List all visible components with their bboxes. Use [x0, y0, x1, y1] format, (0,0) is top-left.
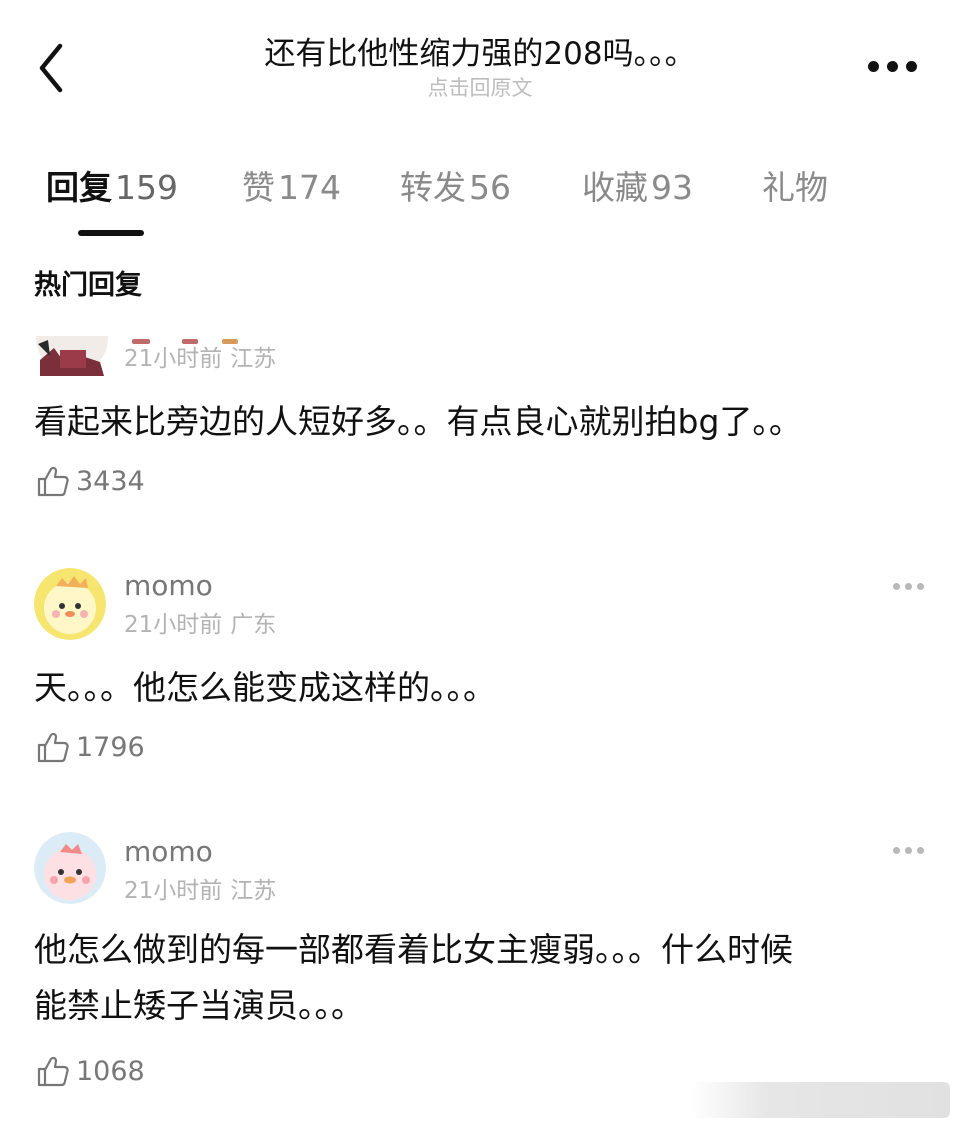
comment-text: 天。。。他怎么能变成这样的。。。	[34, 668, 496, 707]
watermark	[690, 1082, 950, 1118]
post-title: 还有比他性缩力强的208吗。。。	[264, 36, 696, 72]
tab-gifts[interactable]: 礼物	[762, 162, 828, 214]
comment-time: 21小时前	[124, 346, 223, 372]
tab-label: 转发	[400, 168, 466, 207]
comment-time: 21小时前	[124, 878, 223, 904]
tab-label: 赞	[242, 168, 275, 207]
tab-likes[interactable]: 赞174	[242, 162, 341, 214]
username-clipped	[130, 330, 250, 344]
hot-replies-heading: 热门回复	[34, 270, 142, 301]
comment-more-button[interactable]	[892, 580, 926, 594]
comment-username[interactable]: momo	[124, 568, 213, 604]
comment-time: 21小时前	[124, 612, 223, 638]
avatar	[36, 336, 108, 376]
tab-label: 礼物	[762, 168, 828, 207]
tab-count: 174	[278, 168, 341, 207]
comment-more-button[interactable]	[892, 844, 926, 858]
comment-text-line: 能禁止矮子当演员。。。	[34, 986, 364, 1025]
thumbs-up-icon	[37, 732, 69, 763]
like-button[interactable]: 1068	[36, 1054, 176, 1090]
active-tab-indicator	[78, 230, 144, 236]
like-count: 1796	[76, 732, 145, 763]
comment-username[interactable]: momo	[124, 834, 213, 870]
comment-location: 江苏	[230, 878, 277, 904]
comment-avatar[interactable]	[34, 568, 106, 640]
thumbs-up-icon	[37, 466, 69, 497]
comment-text-line: 他怎么做到的每一部都看着比女主瘦弱。。。什么时候	[34, 930, 793, 969]
like-button[interactable]: 1796	[36, 730, 176, 766]
comment-location: 江苏	[230, 346, 277, 372]
comment-meta: 21小时前 广东	[124, 610, 276, 640]
comment-avatar[interactable]	[34, 832, 106, 904]
tab-count: 93	[651, 168, 693, 207]
comment-avatar-clipped[interactable]	[34, 336, 110, 376]
tab-replies[interactable]: 回复159	[46, 162, 178, 214]
comment-meta: 21小时前 江苏	[124, 876, 276, 906]
comment-text: 他怎么做到的每一部都看着比女主瘦弱。。。什么时候 能禁止矮子当演员。。。	[34, 922, 924, 1034]
like-button[interactable]: 3434	[36, 464, 176, 500]
like-count: 1068	[76, 1056, 145, 1087]
avatar	[34, 832, 106, 904]
tab-count: 159	[115, 168, 178, 207]
comment-text: 看起来比旁边的人短好多。。有点良心就别拍bg了。。	[34, 402, 802, 441]
view-original-link[interactable]: 点击回原文	[0, 74, 960, 102]
more-menu-button[interactable]	[866, 56, 918, 78]
thumbs-up-icon	[37, 1056, 69, 1087]
tab-favorites[interactable]: 收藏93	[582, 162, 693, 214]
tab-reposts[interactable]: 转发56	[400, 162, 511, 214]
tab-label: 回复	[46, 168, 112, 207]
avatar	[34, 568, 106, 640]
tab-label: 收藏	[582, 168, 648, 207]
like-count: 3434	[76, 466, 145, 497]
tab-count: 56	[469, 168, 511, 207]
comment-location: 广东	[230, 612, 277, 638]
comment-meta: 21小时前 江苏	[124, 344, 276, 374]
